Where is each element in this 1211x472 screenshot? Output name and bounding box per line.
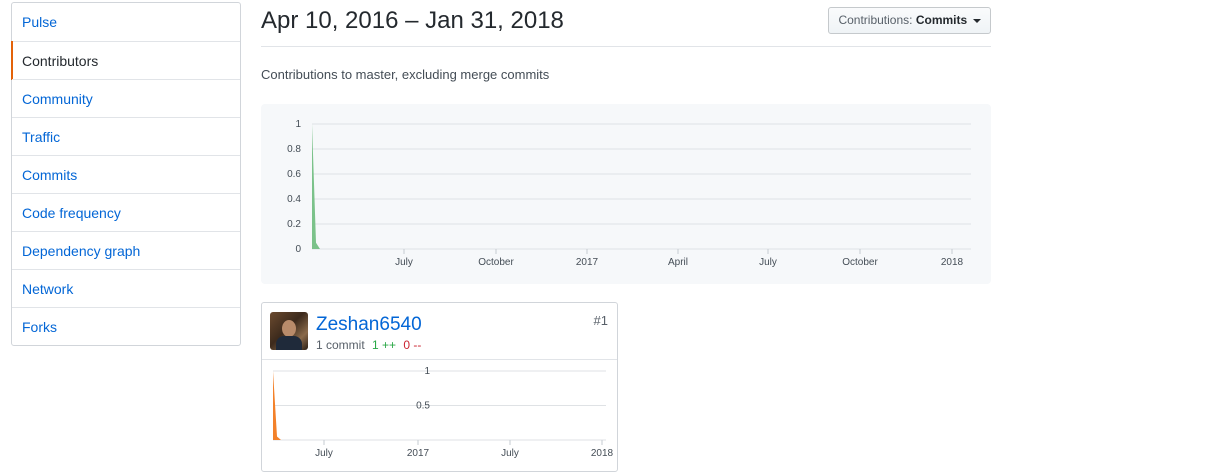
- contributor-chart-y-tick-label: 0.5: [416, 401, 430, 412]
- main-chart-y-tick-label: 1: [295, 119, 301, 130]
- repo-insights-sidebar: Pulse Contributors Community Traffic Com…: [11, 2, 241, 346]
- avatar-body: [276, 336, 302, 350]
- caret-down-icon: [972, 18, 981, 23]
- date-range-title: Apr 10, 2016 – Jan 31, 2018: [261, 7, 564, 34]
- main-chart-x-tick-label: October: [842, 257, 878, 268]
- avatar-face: [282, 320, 296, 337]
- main-chart-y-tick-label: 0.6: [287, 169, 301, 180]
- sidebar-item-network[interactable]: Network: [12, 269, 240, 307]
- main-chart-y-tick-label: 0.2: [287, 219, 301, 230]
- main-chart-x-tick-label: 2018: [941, 257, 964, 268]
- contributions-type-select[interactable]: Contributions: Commits: [828, 7, 991, 34]
- sidebar-item-code-frequency[interactable]: Code frequency: [12, 193, 240, 231]
- commit-count-link[interactable]: 1 commit: [316, 338, 365, 352]
- contributor-chart-x-tick-label: 2018: [591, 448, 614, 459]
- sidebar-item-forks[interactable]: Forks: [12, 307, 240, 345]
- additions-count: 1 ++: [372, 338, 397, 352]
- contributor-stats: 1 commit 1 ++ 0 --: [316, 338, 421, 352]
- main-chart-x-tick-label: October: [478, 257, 514, 268]
- contributor-rank: #1: [593, 313, 608, 328]
- select-value-label: Commits: [915, 13, 968, 27]
- sidebar-item-dependency-graph[interactable]: Dependency graph: [12, 231, 240, 269]
- main-chart-x-tick-label: 2017: [576, 257, 599, 268]
- contributions-chart-svg: July October 2017 April July October 2018 0 0.2 0…: [287, 119, 971, 268]
- main-chart-x-tick-label: July: [395, 257, 413, 268]
- main-chart-area: [312, 124, 396, 249]
- select-prefix-label: Contributions:: [838, 13, 913, 27]
- main-chart-x-tick-label: July: [759, 257, 777, 268]
- deletions-count: 0 --: [403, 338, 422, 352]
- contributor-card: Zeshan6540 1 commit 1 ++ 0 -- #1 July 201…: [261, 302, 618, 472]
- sidebar-item-pulse[interactable]: Pulse: [12, 3, 240, 41]
- contributor-chart-y-tick-label: 1: [424, 366, 430, 377]
- sidebar-item-traffic[interactable]: Traffic: [12, 117, 240, 155]
- contributor-chart-x-tick-label: 2017: [407, 448, 430, 459]
- main-chart-x-tick-label: April: [668, 257, 688, 268]
- sidebar-item-community[interactable]: Community: [12, 79, 240, 117]
- contributor-card-header: Zeshan6540 1 commit 1 ++ 0 -- #1: [262, 303, 617, 360]
- sidebar-item-commits[interactable]: Commits: [12, 155, 240, 193]
- sidebar-item-contributors[interactable]: Contributors: [11, 41, 240, 80]
- contributions-chart: July October 2017 April July October 2018 0 0.2 0…: [261, 104, 991, 284]
- main-chart-y-tick-label: 0.8: [287, 144, 301, 155]
- contributor-username-link[interactable]: Zeshan6540: [316, 314, 422, 336]
- header-divider: [261, 46, 991, 47]
- contributor-chart-svg: July 2017 July 2018 0.5 1: [273, 366, 614, 459]
- main-chart-y-tick-label: 0.4: [287, 194, 301, 205]
- contributions-subtitle: Contributions to master, excluding merge…: [261, 67, 550, 82]
- main-chart-y-tick-label: 0: [295, 244, 301, 255]
- contributor-chart-x-tick-label: July: [315, 448, 333, 459]
- contributor-chart-x-tick-label: July: [501, 448, 519, 459]
- avatar[interactable]: [270, 312, 308, 350]
